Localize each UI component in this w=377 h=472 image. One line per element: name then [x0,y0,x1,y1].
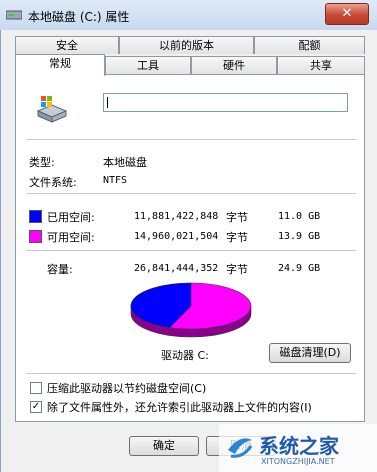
free-space-size: 13.9 GB [278,231,321,242]
tab-general[interactable]: 常规 [15,54,105,76]
watermark-brand: 系统之家 [259,434,339,458]
used-space-bytes: 11,881,422,848 [134,211,219,222]
file-system-value: NTFS [103,175,128,186]
capacity-label: 容量: [47,263,73,276]
used-space-swatch [29,210,42,223]
index-label: 除了文件属性外，还允许索引此驱动器上文件的内容(I) [47,401,312,414]
tab-security[interactable]: 安全 [15,36,119,54]
separator [26,193,356,194]
tab-sharing[interactable]: 共享 [277,56,365,74]
capacity-bytes: 26,841,444,352 [134,263,219,274]
capacity-unit: 字节 [226,263,248,276]
type-value: 本地磁盘 [103,156,147,169]
used-space-unit: 字节 [226,211,248,224]
capacity-size: 24.9 GB [278,263,321,274]
separator [26,139,356,140]
free-space-bytes: 14,960,021,504 [134,231,219,242]
tab-hardware[interactable]: 硬件 [191,56,277,74]
title-bar[interactable]: 本地磁盘 (C:) 属性 ✕ [0,0,377,31]
general-tab-panel: 类型: 本地磁盘 文件系统: NTFS 已用空间: 11,881,422,848… [15,74,365,422]
properties-window: 安全 以前的版本 配额 常规 工具 硬件 共享 类型: 本地磁盘 文件系统: N… [0,30,377,472]
compress-checkbox[interactable] [30,382,42,394]
tab-tools[interactable]: 工具 [105,56,191,74]
drive-letter-label: 驱动器 C: [161,349,209,362]
watermark: 系统之家 XITONGZHIJIA.NET [219,424,377,472]
type-label: 类型: [29,156,55,169]
free-space-swatch [29,230,42,243]
tab-previous-versions[interactable]: 以前的版本 [119,36,254,54]
checkmark-icon: ✓ [31,401,41,412]
free-space-unit: 字节 [226,231,248,244]
compress-label: 压缩此驱动器以节约磁盘空间(C) [47,382,207,395]
volume-name-input[interactable] [103,93,348,112]
ok-button[interactable]: 确定 [129,436,199,456]
tab-quota[interactable]: 配额 [254,36,365,54]
file-system-label: 文件系统: [29,176,77,189]
watermark-logo-icon [228,438,253,458]
index-checkbox[interactable]: ✓ [30,401,42,413]
disk-usage-pie [130,282,252,338]
close-button[interactable]: ✕ [325,3,369,25]
separator [26,250,356,251]
drive-icon [6,10,22,20]
text-caret [107,97,108,108]
used-space-label: 已用空间: [47,211,95,224]
separator [26,373,356,374]
disk-cleanup-button[interactable]: 磁盘清理(D) [269,343,351,363]
watermark-url: XITONGZHIJIA.NET [261,457,335,466]
local-disk-icon [36,96,68,123]
window-title: 本地磁盘 (C:) 属性 [28,10,130,24]
free-space-label: 可用空间: [47,231,95,244]
used-space-size: 11.0 GB [278,211,321,222]
